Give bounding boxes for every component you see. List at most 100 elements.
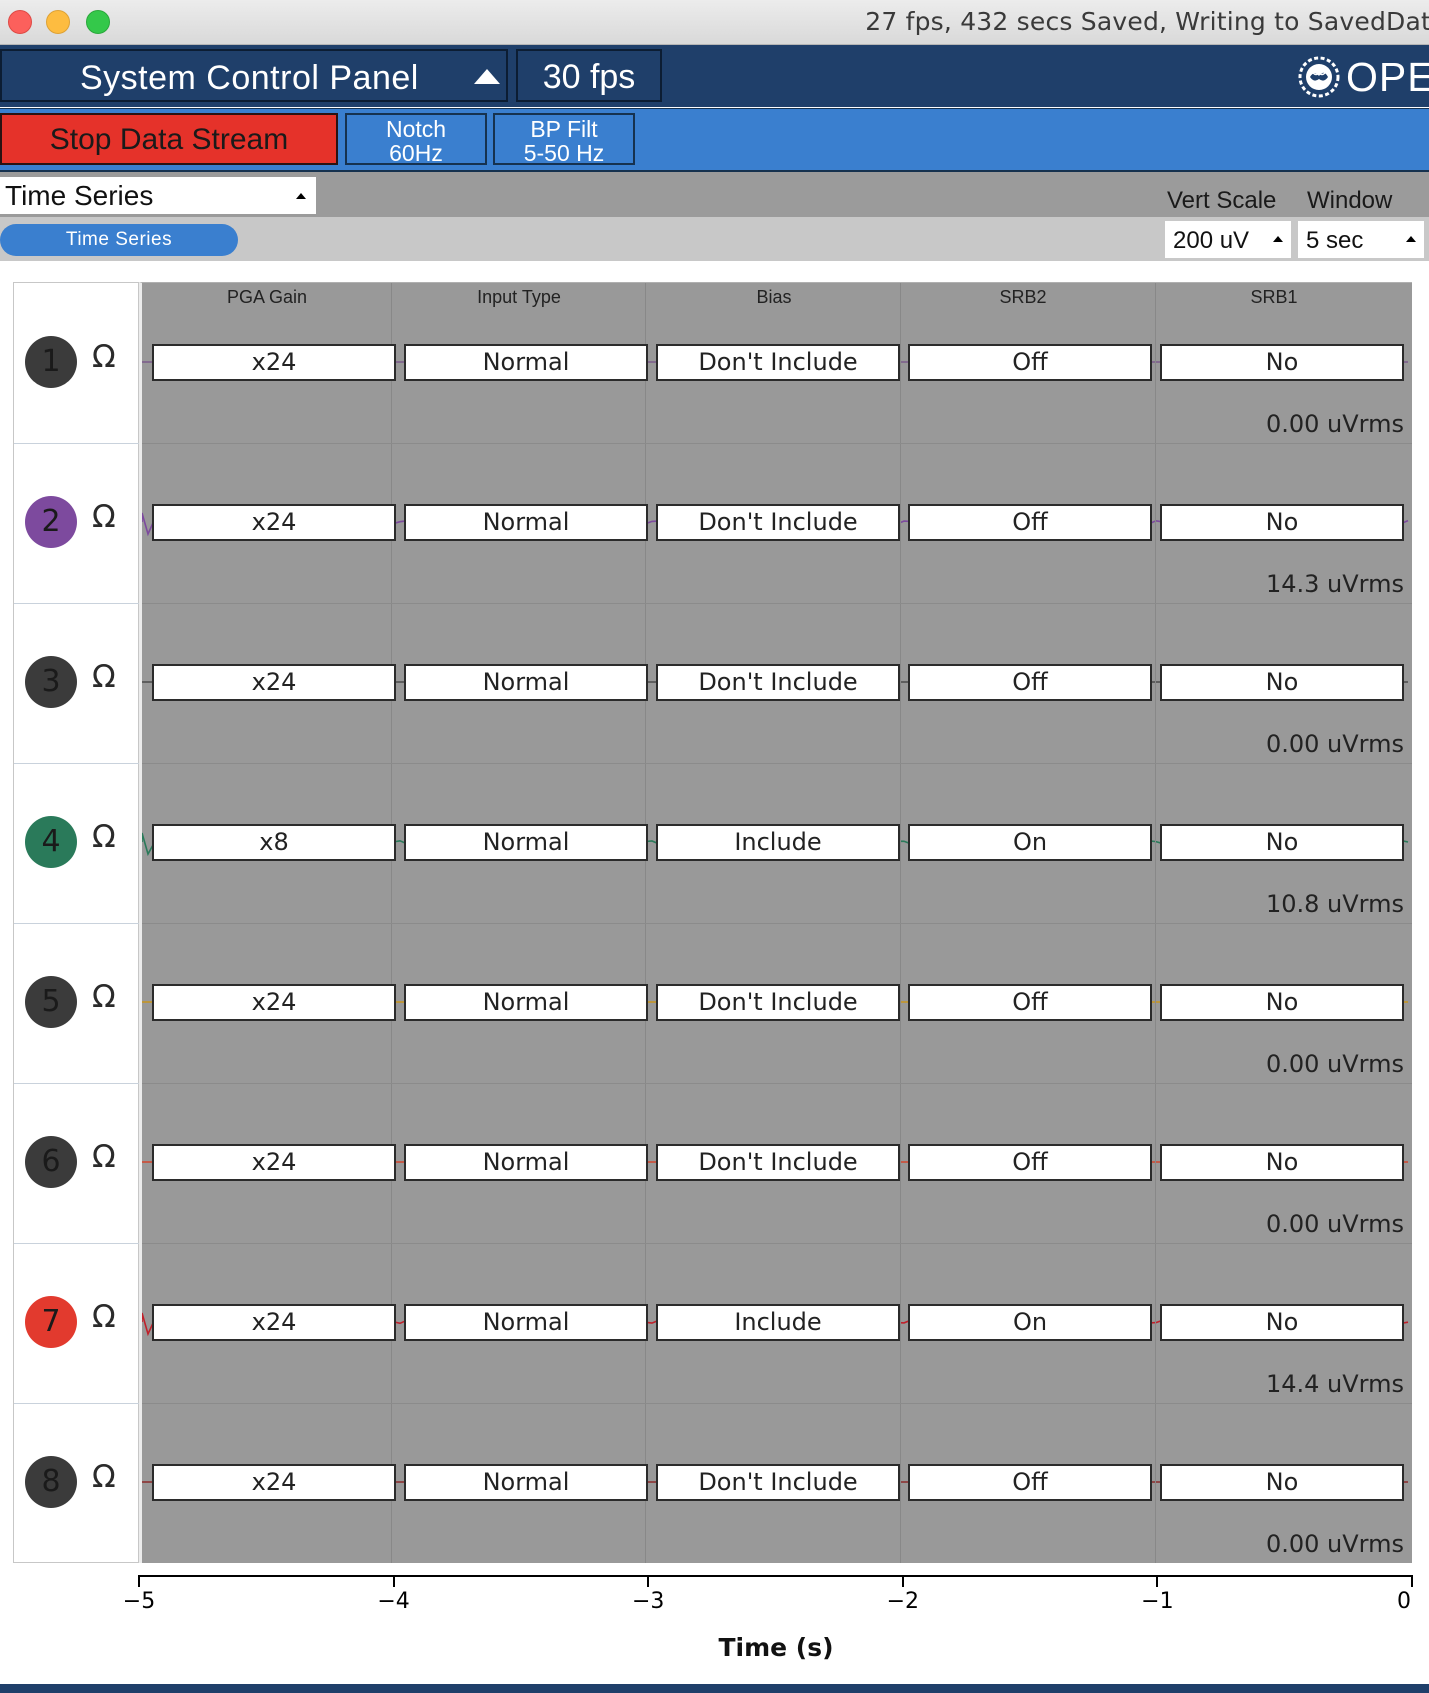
channel-setting-bias[interactable]: Include — [656, 824, 900, 861]
x-axis-tick-label: −3 — [631, 1589, 665, 1614]
channel-setting-pga-gain[interactable]: x8 — [152, 824, 396, 861]
x-axis-tick-label: −1 — [1141, 1589, 1174, 1614]
window-dropdown[interactable]: 5 sec — [1298, 221, 1424, 258]
channel-setting-srb1[interactable]: No — [1160, 1464, 1404, 1501]
horizontal-grid-line — [142, 763, 1412, 764]
channel-row: 2Ω — [14, 443, 138, 603]
channel-setting-input-type[interactable]: Normal — [404, 1304, 648, 1341]
channel-setting-bias[interactable]: Include — [656, 1304, 900, 1341]
channel-setting-srb2[interactable]: Off — [908, 344, 1152, 381]
channel-setting-bias[interactable]: Don't Include — [656, 1144, 900, 1181]
channel-setting-srb1[interactable]: No — [1160, 984, 1404, 1021]
channel-uvrms: 0.00 uVrms — [1265, 1050, 1404, 1078]
notch-filter-button[interactable]: Notch 60Hz — [345, 113, 487, 165]
impedance-check-icon[interactable]: Ω — [92, 1459, 116, 1495]
channel-divider — [14, 603, 140, 604]
fps-button[interactable]: 30 fps — [516, 49, 662, 102]
channel-setting-input-type[interactable]: Normal — [404, 1464, 648, 1501]
channel-toggle-button[interactable]: 1 — [25, 336, 77, 388]
channel-uvrms: 0.00 uVrms — [1265, 730, 1404, 758]
channel-toggle-button[interactable]: 8 — [25, 1456, 77, 1508]
impedance-check-icon[interactable]: Ω — [92, 659, 116, 695]
channel-toggle-button[interactable]: 2 — [25, 496, 77, 548]
channel-setting-srb2[interactable]: Off — [908, 504, 1152, 541]
close-window-button[interactable] — [8, 10, 32, 34]
channel-setting-srb1[interactable]: No — [1160, 664, 1404, 701]
channel-divider — [14, 923, 140, 924]
channel-setting-input-type[interactable]: Normal — [404, 824, 648, 861]
channel-uvrms: 0.00 uVrms — [1265, 1210, 1404, 1238]
channel-setting-srb1[interactable]: No — [1160, 824, 1404, 861]
x-axis-line — [139, 1575, 1412, 1577]
column-header: Input Type — [477, 287, 561, 307]
channel-setting-input-type[interactable]: Normal — [404, 1144, 648, 1181]
channel-setting-pga-gain[interactable]: x24 — [152, 1144, 396, 1181]
channel-row: 1Ω — [14, 283, 138, 443]
horizontal-grid-line — [142, 923, 1412, 924]
channel-setting-input-type[interactable]: Normal — [404, 504, 648, 541]
channel-setting-srb1[interactable]: No — [1160, 344, 1404, 381]
impedance-check-icon[interactable]: Ω — [92, 1299, 116, 1335]
window-status-title: 27 fps, 432 secs Saved, Writing to Saved… — [865, 7, 1429, 36]
horizontal-grid-line — [142, 1403, 1412, 1404]
channel-setting-input-type[interactable]: Normal — [404, 664, 648, 701]
channel-setting-srb1[interactable]: No — [1160, 504, 1404, 541]
channel-toggle-button[interactable]: 6 — [25, 1136, 77, 1188]
dropdown-arrow-icon — [1273, 236, 1283, 242]
channel-setting-bias[interactable]: Don't Include — [656, 984, 900, 1021]
channel-setting-bias[interactable]: Don't Include — [656, 344, 900, 381]
channel-setting-srb2[interactable]: On — [908, 824, 1152, 861]
impedance-check-icon[interactable]: Ω — [92, 979, 116, 1015]
impedance-check-icon[interactable]: Ω — [92, 499, 116, 535]
channel-setting-pga-gain[interactable]: x24 — [152, 504, 396, 541]
tab-time-series[interactable]: Time Series — [0, 224, 238, 256]
widget-selector-dropdown[interactable]: Time Series — [0, 177, 316, 214]
channel-setting-pga-gain[interactable]: x24 — [152, 1304, 396, 1341]
channel-setting-bias[interactable]: Don't Include — [656, 1464, 900, 1501]
channel-setting-bias[interactable]: Don't Include — [656, 504, 900, 541]
dropdown-arrow-icon — [296, 193, 306, 199]
system-control-panel-label: System Control Panel — [80, 59, 419, 97]
impedance-check-icon[interactable]: Ω — [92, 339, 116, 375]
channel-row: 3Ω — [14, 603, 138, 763]
stop-data-stream-button[interactable]: Stop Data Stream — [0, 113, 338, 165]
system-control-panel-button[interactable]: System Control Panel — [0, 49, 508, 102]
channel-toggle-button[interactable]: 5 — [25, 976, 77, 1028]
channel-setting-input-type[interactable]: Normal — [404, 984, 648, 1021]
bandpass-filter-button[interactable]: BP Filt 5-50 Hz — [493, 113, 635, 165]
channel-setting-srb2[interactable]: Off — [908, 664, 1152, 701]
minimize-window-button[interactable] — [46, 10, 70, 34]
channel-toggle-button[interactable]: 4 — [25, 816, 77, 868]
window-title-bar: 27 fps, 432 secs Saved, Writing to Saved… — [0, 0, 1429, 45]
channel-setting-input-type[interactable]: Normal — [404, 344, 648, 381]
impedance-check-icon[interactable]: Ω — [92, 819, 116, 855]
channel-setting-pga-gain[interactable]: x24 — [152, 1464, 396, 1501]
window-value: 5 sec — [1306, 227, 1364, 254]
channel-divider — [14, 443, 140, 444]
vert-scale-dropdown[interactable]: 200 uV — [1165, 221, 1291, 258]
column-header: SRB1 — [1250, 287, 1298, 307]
channel-row: 8Ω — [14, 1403, 138, 1563]
channel-toggle-button[interactable]: 7 — [25, 1296, 77, 1348]
channel-toggle-button[interactable]: 3 — [25, 656, 77, 708]
channel-setting-srb2[interactable]: Off — [908, 984, 1152, 1021]
channel-setting-pga-gain[interactable]: x24 — [152, 664, 396, 701]
column-header: Bias — [756, 287, 792, 307]
channel-setting-srb2[interactable]: Off — [908, 1464, 1152, 1501]
channel-uvrms: 14.3 uVrms — [1265, 570, 1404, 598]
channel-divider — [14, 1243, 140, 1244]
fps-label: 30 fps — [542, 58, 636, 96]
channel-setting-bias[interactable]: Don't Include — [656, 664, 900, 701]
top-control-bar: System Control Panel 30 fps OPE — [0, 45, 1429, 107]
channel-setting-srb1[interactable]: No — [1160, 1304, 1404, 1341]
horizontal-grid-line — [142, 1243, 1412, 1244]
channel-setting-srb2[interactable]: Off — [908, 1144, 1152, 1181]
stream-control-bar: Stop Data Stream Notch 60Hz BP Filt 5-50… — [0, 108, 1429, 172]
impedance-check-icon[interactable]: Ω — [92, 1139, 116, 1175]
channel-setting-pga-gain[interactable]: x24 — [152, 344, 396, 381]
channel-setting-srb2[interactable]: On — [908, 1304, 1152, 1341]
maximize-window-button[interactable] — [86, 10, 110, 34]
channel-row: 4Ω — [14, 763, 138, 923]
channel-setting-pga-gain[interactable]: x24 — [152, 984, 396, 1021]
channel-setting-srb1[interactable]: No — [1160, 1144, 1404, 1181]
